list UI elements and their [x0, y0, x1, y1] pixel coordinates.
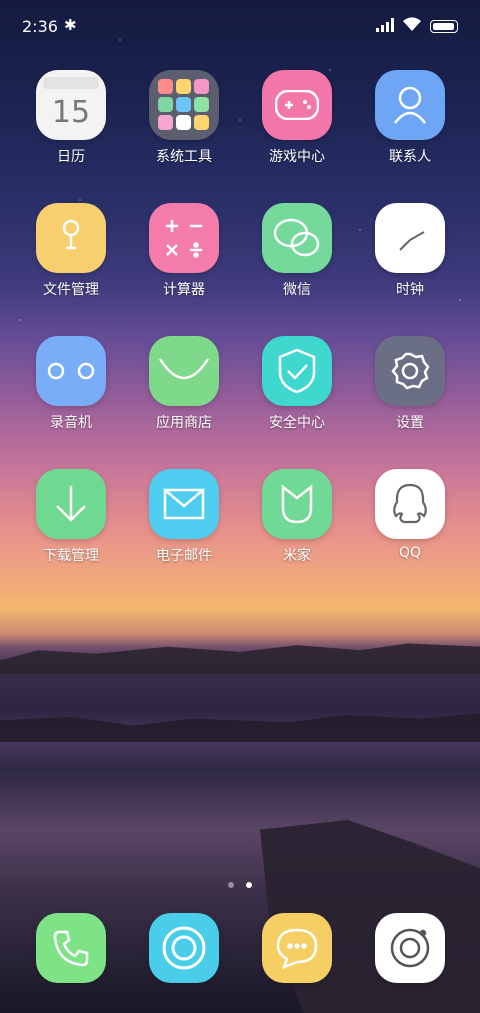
dock-message[interactable]	[241, 913, 353, 983]
app-qq[interactable]: QQ	[354, 469, 466, 561]
calculator-icon[interactable]	[149, 203, 219, 273]
app-label: 米家	[283, 548, 311, 564]
app-label: 游戏中心	[269, 149, 325, 165]
camera-icon[interactable]	[375, 913, 445, 983]
calendar-icon[interactable]: 15	[36, 70, 106, 140]
app-download[interactable]: 下载管理	[15, 469, 127, 565]
app-label: 设置	[396, 415, 424, 431]
app-label: 微信	[283, 282, 311, 298]
battery-icon	[430, 20, 458, 33]
app-label: 日历	[57, 149, 85, 165]
app-calendar[interactable]: 15 日历	[15, 70, 127, 166]
wechat-icon[interactable]	[262, 203, 332, 273]
recorder-icon[interactable]	[36, 336, 106, 406]
app-clock[interactable]: 时钟	[354, 203, 466, 299]
gamepad-icon[interactable]	[262, 70, 332, 140]
shield-icon[interactable]	[262, 336, 332, 406]
app-label: 电子邮件	[156, 548, 212, 564]
app-label: 应用商店	[156, 415, 212, 431]
mail-icon[interactable]	[149, 469, 219, 539]
contacts-icon[interactable]	[375, 70, 445, 140]
status-bar: 2:36 ✱	[0, 0, 480, 54]
app-recorder[interactable]: 录音机	[15, 336, 127, 432]
app-label: 系统工具	[156, 149, 212, 165]
app-shield[interactable]: 安全中心	[241, 336, 353, 432]
app-label: 计算器	[163, 282, 205, 298]
dock-camera[interactable]	[354, 913, 466, 983]
wallpaper-rocks	[0, 713, 480, 742]
app-file[interactable]: 文件管理	[15, 203, 127, 299]
app-folder[interactable]: 系统工具	[128, 70, 240, 166]
app-mail[interactable]: 电子邮件	[128, 469, 240, 565]
app-calculator[interactable]: 计算器	[128, 203, 240, 299]
qq-icon[interactable]	[375, 469, 445, 539]
app-label: 安全中心	[269, 415, 325, 431]
clock-icon[interactable]	[375, 203, 445, 273]
app-contacts[interactable]: 联系人	[354, 70, 466, 166]
folder-icon[interactable]	[149, 70, 219, 140]
app-mijia[interactable]: 米家	[241, 469, 353, 565]
phone-icon[interactable]	[36, 913, 106, 983]
bluetooth-icon: ✱	[64, 16, 77, 34]
page-dot-active[interactable]	[246, 882, 252, 888]
file-icon[interactable]	[36, 203, 106, 273]
app-store[interactable]: 应用商店	[128, 336, 240, 432]
download-icon[interactable]	[36, 469, 106, 539]
mijia-icon[interactable]	[262, 469, 332, 539]
signal-icon	[376, 18, 394, 32]
wifi-icon	[403, 17, 421, 31]
browser-icon[interactable]	[149, 913, 219, 983]
wallpaper-rocks	[0, 643, 480, 674]
app-label: 录音机	[50, 415, 92, 431]
app-label: 下载管理	[43, 548, 99, 564]
dock-browser[interactable]	[128, 913, 240, 983]
status-time: 2:36	[22, 17, 58, 36]
message-icon[interactable]	[262, 913, 332, 983]
app-label: QQ	[398, 545, 422, 561]
app-gear[interactable]: 设置	[354, 336, 466, 432]
dock-phone[interactable]	[15, 913, 127, 983]
page-dot[interactable]	[228, 882, 234, 888]
gear-icon[interactable]	[375, 336, 445, 406]
app-gamepad[interactable]: 游戏中心	[241, 70, 353, 166]
page-indicator	[0, 873, 480, 892]
app-label: 时钟	[396, 282, 424, 298]
app-label: 联系人	[389, 149, 431, 165]
svg-text:15: 15	[52, 95, 90, 130]
store-icon[interactable]	[149, 336, 219, 406]
app-label: 文件管理	[43, 282, 99, 298]
app-wechat[interactable]: 微信	[241, 203, 353, 299]
